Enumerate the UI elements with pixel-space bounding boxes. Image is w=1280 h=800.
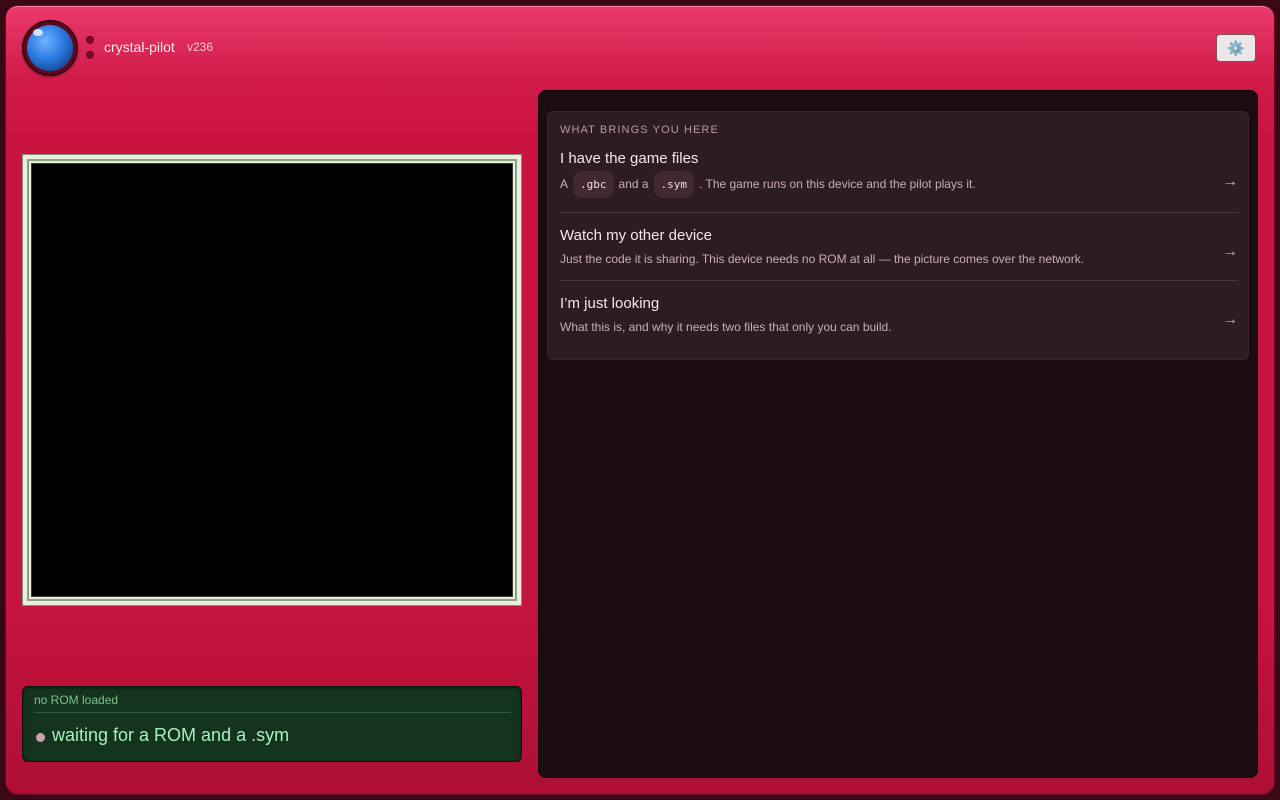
status-message: waiting for a ROM and a .sym (52, 725, 290, 745)
desc-text: . The game runs on this device and the p… (699, 177, 976, 191)
game-screen-frame (22, 154, 522, 606)
app-version: v236 (187, 40, 214, 54)
arrow-right-icon: → (1222, 311, 1238, 328)
option-title: I have the game files (560, 150, 699, 167)
desc-text: and a (618, 177, 649, 191)
arrow-right-icon: → (1222, 173, 1238, 190)
option-description: What this is, and why it needs two files… (560, 320, 892, 334)
status-dot-icon (36, 733, 45, 742)
game-screen (31, 163, 513, 597)
gbc-code-chip: .gbc (573, 170, 614, 198)
status-panel: no ROM loaded waiting for a ROM and a .s… (22, 686, 522, 762)
divider (34, 712, 511, 713)
rom-status: no ROM loaded (34, 693, 119, 707)
onboarding-card: WHAT BRINGS YOU HERE I have the game fil… (547, 111, 1249, 360)
option-just-looking[interactable]: I’m just looking What this is, and why i… (560, 281, 1238, 349)
indicator-led (86, 51, 94, 59)
arrow-right-icon: → (1222, 243, 1238, 260)
option-description: Just the code it is sharing. This device… (560, 252, 1085, 266)
power-lens-icon (22, 20, 78, 76)
sym-code-chip: .sym (653, 170, 695, 198)
option-title: Watch my other device (560, 227, 712, 244)
device-shell: crystal-pilot v236 ⚙️ no ROM loaded wait… (6, 6, 1274, 794)
indicator-led (86, 36, 94, 44)
settings-button[interactable]: ⚙️ (1216, 34, 1256, 62)
option-title: I’m just looking (560, 295, 660, 312)
gear-icon: ⚙️ (1227, 40, 1245, 56)
app-name: crystal-pilot (104, 39, 175, 55)
option-description: A .gbc and a .sym . The game runs on thi… (560, 170, 976, 198)
option-have-game-files[interactable]: I have the game files A .gbc and a .sym … (560, 148, 1238, 213)
card-heading: WHAT BRINGS YOU HERE (560, 124, 719, 136)
option-watch-other-device[interactable]: Watch my other device Just the code it i… (560, 213, 1238, 281)
side-panel: WHAT BRINGS YOU HERE I have the game fil… (538, 90, 1258, 778)
desc-text: A (560, 177, 569, 191)
